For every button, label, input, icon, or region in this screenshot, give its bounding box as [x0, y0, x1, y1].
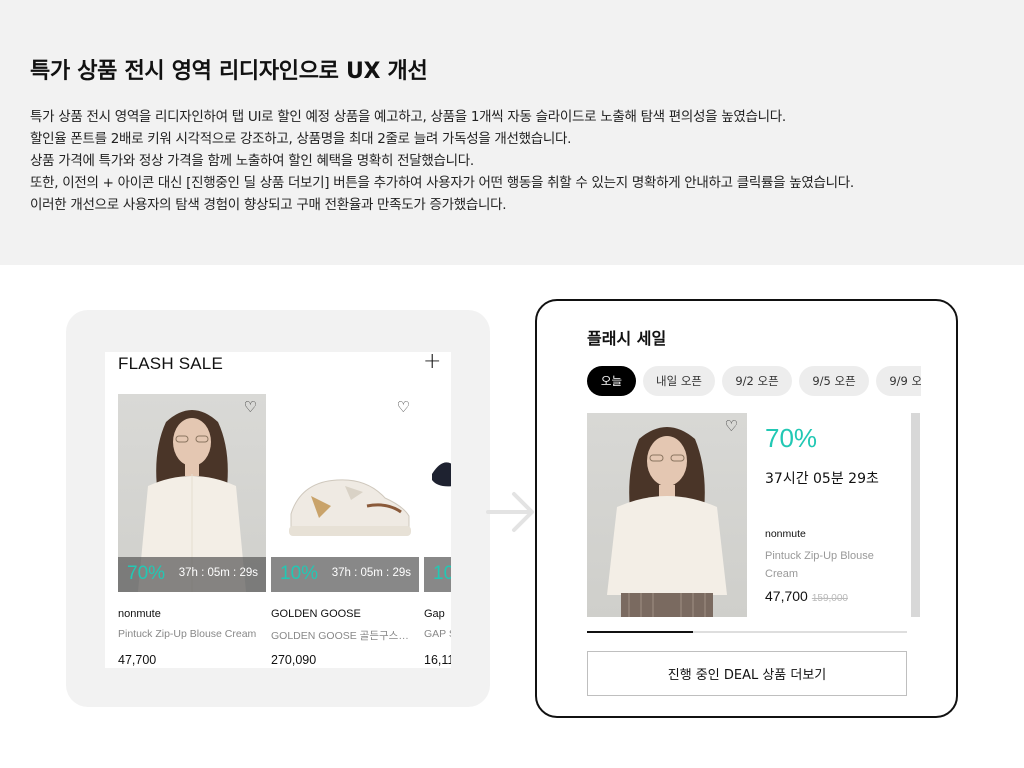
tab-9-2[interactable]: 9/2 오픈: [722, 366, 792, 396]
product-brand: nonmute: [765, 528, 806, 540]
countdown-timer: 37h : 05m : 29s: [331, 567, 411, 579]
plus-icon[interactable]: +: [423, 352, 441, 374]
slide-progress-bar: [587, 631, 907, 633]
product-brand: GOLDEN GOOSE: [271, 608, 361, 620]
description-line: 특가 상품 전시 영역을 리디자인하여 탭 UI로 할인 예정 상품을 예고하고…: [30, 109, 786, 125]
product-name: Pintuck Zip-Up Blouse Cream: [118, 628, 257, 640]
discount-rate: 70%: [127, 563, 166, 584]
product-image[interactable]: ♡: [587, 413, 747, 617]
description: 특가 상품 전시 영역을 리디자인하여 탭 UI로 할인 예정 상품을 예고하고…: [30, 106, 1010, 216]
after-panel: 플래시 세일 오늘 내일 오픈 9/2 오픈 9/5 오픈 9/9 오픈 ♡ 7…: [535, 299, 958, 718]
product-price: 47,700 159,000: [765, 588, 848, 604]
description-line: 또한, 이전의 + 아이콘 대신 [진행중인 딜 상품 더보기] 버튼을 추가하…: [30, 175, 854, 191]
countdown-timer: 37h : 05m : 29s: [178, 567, 258, 579]
arrow-right-icon: [486, 492, 534, 532]
view-more-deals-button[interactable]: 진행 중인 DEAL 상품 더보기: [587, 651, 907, 696]
description-line: 상품 가격에 특가와 정상 가격을 함께 노출하여 할인 혜택을 명확히 전달했…: [30, 153, 474, 169]
description-line: 이러한 개선으로 사용자의 탐색 경험이 향상되고 구매 전환율과 만족도가 증…: [30, 197, 507, 213]
slide-progress-fill: [587, 631, 693, 633]
countdown-timer: 37시간 05분 29초: [765, 471, 879, 487]
flash-sale-title: 플래시 세일: [587, 329, 667, 348]
discount-rate: 10%: [433, 563, 451, 584]
discount-overlay: 70% 37h : 05m : 29s: [118, 557, 266, 592]
tab-9-9[interactable]: 9/9 오픈: [876, 366, 921, 396]
product-price: 16,110: [424, 653, 451, 667]
discount-overlay: 10%: [424, 557, 451, 592]
heart-icon[interactable]: ♡: [397, 400, 410, 415]
page-title: 특가 상품 전시 영역 리디자인으로 UX 개선: [30, 59, 428, 84]
tab-today[interactable]: 오늘: [587, 366, 636, 396]
product-image[interactable]: ♡ 10% 37h : 05m : 29s: [271, 394, 419, 592]
product-price: 47,700: [118, 653, 157, 667]
model-photo: [607, 427, 727, 617]
discount-rate: 70%: [765, 423, 818, 453]
product-brand: Gap: [424, 608, 445, 620]
product-price: 270,090: [271, 653, 317, 667]
product-name: GAP S: [424, 628, 451, 640]
product-brand: nonmute: [118, 608, 161, 620]
header-section: 특가 상품 전시 영역 리디자인으로 UX 개선 특가 상품 전시 영역을 리디…: [0, 0, 1024, 265]
discount-rate: 10%: [280, 563, 319, 584]
tab-tomorrow[interactable]: 내일 오픈: [643, 366, 715, 396]
product-image[interactable]: 10%: [424, 394, 451, 592]
product-name: GOLDEN GOOSE 골든구스 스니커즈: [271, 630, 411, 642]
heart-icon[interactable]: ♡: [725, 419, 738, 434]
product-name: Pintuck Zip-Up Blouse Cream: [765, 550, 874, 580]
description-line: 할인율 폰트를 2배로 키워 시각적으로 강조하고, 상품명을 최대 2줄로 늘…: [30, 131, 572, 147]
product-image[interactable]: ♡ 70% 37h : 05m : 29s: [118, 394, 266, 592]
date-tabs: 오늘 내일 오픈 9/2 오픈 9/5 오픈 9/9 오픈: [587, 366, 921, 398]
flash-sale-title: FLASH SALE: [118, 354, 223, 373]
sale-price: 47,700: [765, 588, 808, 604]
next-slide-peek: [911, 413, 920, 617]
original-price: 159,000: [811, 593, 848, 604]
heart-icon[interactable]: ♡: [244, 400, 257, 415]
discount-overlay: 10% 37h : 05m : 29s: [271, 557, 419, 592]
tab-9-5[interactable]: 9/5 오픈: [799, 366, 869, 396]
before-flash-sale-widget: FLASH SALE + ♡ 70% 37h : 05m : 29s nonmu…: [105, 352, 451, 668]
